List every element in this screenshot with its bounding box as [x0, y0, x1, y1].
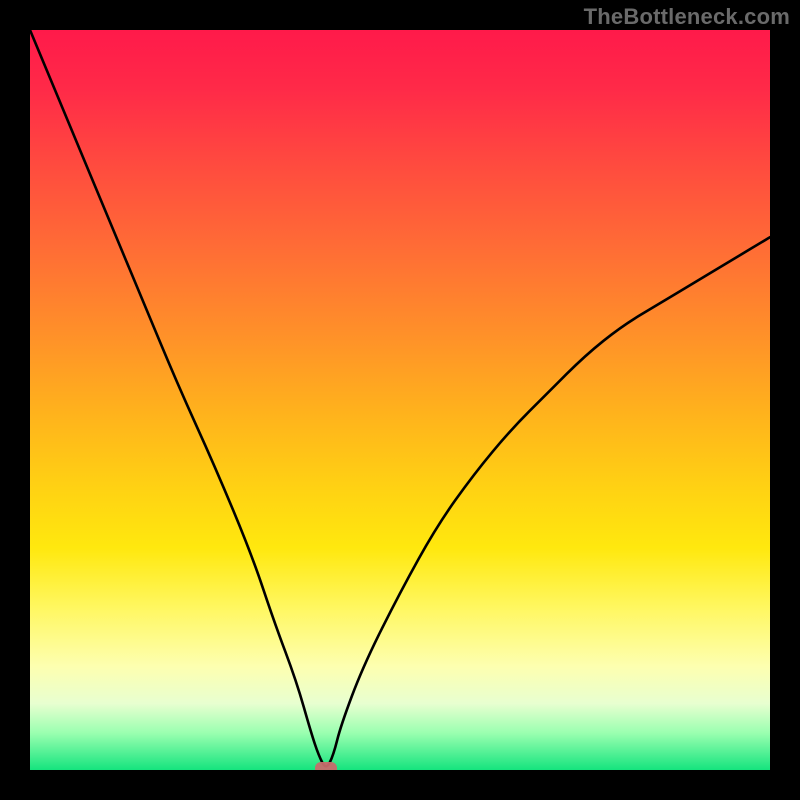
watermark-text: TheBottleneck.com — [584, 4, 790, 30]
plot-area — [30, 30, 770, 770]
min-marker — [315, 762, 337, 770]
chart-frame: TheBottleneck.com — [0, 0, 800, 800]
curve-svg — [30, 30, 770, 770]
bottleneck-curve — [30, 30, 770, 766]
